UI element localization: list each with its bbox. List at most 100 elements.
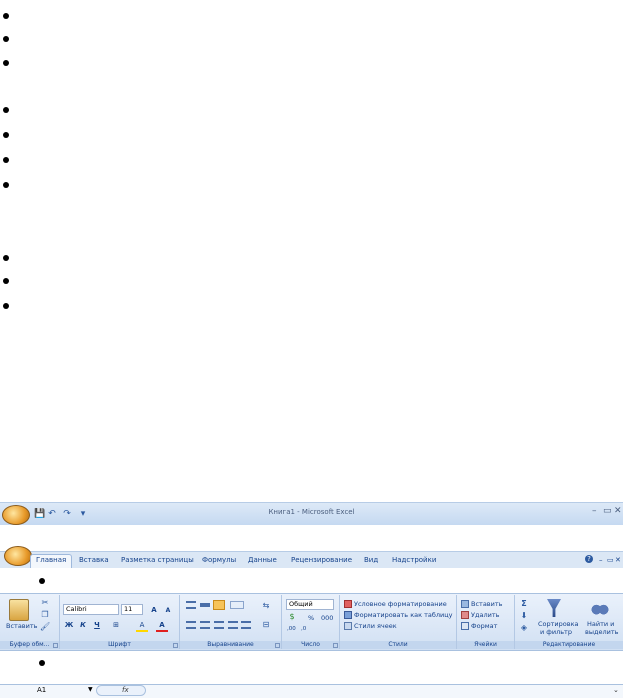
minimize-icon[interactable]: – xyxy=(599,556,603,564)
cut-icon[interactable]: ✂ xyxy=(40,598,50,608)
dialog-launcher-icon[interactable] xyxy=(333,643,338,648)
align-top-icon[interactable] xyxy=(186,601,196,609)
font-size-select[interactable]: 11 xyxy=(121,604,143,615)
number-format-select[interactable]: Общий xyxy=(286,599,334,610)
group-font: Calibri 11 A A Ж К Ч ⊞ A A Шрифт xyxy=(60,595,180,649)
delete-cells-button[interactable]: Удалить xyxy=(471,611,499,619)
insert-cells-button[interactable]: Вставить xyxy=(471,600,502,608)
dialog-launcher-icon[interactable] xyxy=(173,643,178,648)
bold-button[interactable]: Ж xyxy=(63,620,75,630)
grow-font-button[interactable]: A xyxy=(148,605,160,615)
decrease-decimal-button[interactable]: ,0 xyxy=(301,626,306,632)
fill-color-button[interactable]: A xyxy=(136,620,148,632)
bullet xyxy=(3,132,9,138)
group-number: Общий $ % 000 ,00 ,0 Число xyxy=(282,595,340,649)
dialog-launcher-icon[interactable] xyxy=(275,643,280,648)
tab-data[interactable]: Данные xyxy=(248,556,277,564)
find-select-label-2[interactable]: выделить xyxy=(585,628,618,636)
conditional-format-icon xyxy=(344,600,352,608)
group-clipboard: Вставить ✂ ❐ 🖌 Буфер обм... xyxy=(0,595,60,649)
restore-icon[interactable]: ▭ xyxy=(603,506,612,516)
decrease-indent-icon[interactable] xyxy=(228,621,238,629)
delete-cells-icon xyxy=(461,611,469,619)
bullet xyxy=(3,278,9,284)
sort-filter-icon[interactable] xyxy=(547,599,561,617)
group-label: Стили xyxy=(340,641,456,649)
help-icon[interactable]: ? xyxy=(585,555,593,563)
thousands-button[interactable]: 000 xyxy=(321,614,333,622)
paste-button[interactable]: Вставить xyxy=(6,622,37,630)
group-cells: Вставить Удалить Формат Ячейки xyxy=(457,595,515,649)
bullet xyxy=(3,255,9,261)
office-button[interactable] xyxy=(4,546,32,566)
format-cells-button[interactable]: Формат xyxy=(471,622,497,630)
align-left-icon[interactable] xyxy=(186,621,196,629)
insert-cells-icon xyxy=(461,600,469,608)
title-bar: 💾 ↶ ↷ ▾ Книга1 - Microsoft Excel – ▭ ✕ xyxy=(0,502,623,525)
tab-addins[interactable]: Надстройки xyxy=(392,556,436,564)
close-icon[interactable]: ✕ xyxy=(615,556,621,564)
tab-home[interactable]: Главная xyxy=(30,554,73,568)
shrink-font-button[interactable]: A xyxy=(162,606,174,616)
group-styles: Условное форматирование Форматировать ка… xyxy=(340,595,457,649)
formula-bar: A1 ▼ fx ⌄ xyxy=(0,684,623,698)
cell-styles-button[interactable]: Стили ячеек xyxy=(354,622,397,630)
clear-icon[interactable]: ◈ xyxy=(519,623,529,633)
align-bottom-icon[interactable] xyxy=(213,600,225,610)
fill-icon[interactable]: ⬇ xyxy=(519,611,529,621)
dialog-launcher-icon[interactable] xyxy=(53,643,58,648)
align-right-icon[interactable] xyxy=(214,621,224,629)
sort-filter-label-2[interactable]: и фильтр xyxy=(540,628,572,636)
group-label: Выравнивание xyxy=(180,641,281,649)
align-middle-icon[interactable] xyxy=(200,603,210,607)
bullet xyxy=(3,36,9,42)
bullet xyxy=(3,60,9,66)
wrap-text-icon[interactable]: ⇆ xyxy=(260,601,272,611)
group-alignment: ⇆ ⊟ Выравнивание xyxy=(180,595,282,649)
format-as-table-button[interactable]: Форматировать как таблицу xyxy=(354,611,453,619)
borders-button[interactable]: ⊞ xyxy=(110,620,122,630)
autosum-icon[interactable]: Σ xyxy=(519,599,529,609)
name-box[interactable]: A1 xyxy=(37,686,46,694)
italic-button[interactable]: К xyxy=(77,620,89,630)
currency-button[interactable]: $ xyxy=(286,612,298,622)
sort-filter-label-1[interactable]: Сортировка xyxy=(538,620,579,628)
conditional-formatting-button[interactable]: Условное форматирование xyxy=(354,600,447,608)
align-center-icon[interactable] xyxy=(200,621,210,629)
underline-button[interactable]: Ч xyxy=(91,620,103,630)
font-color-button[interactable]: A xyxy=(156,620,168,632)
fx-icon[interactable]: fx xyxy=(122,686,129,694)
bullet xyxy=(3,303,9,309)
font-name-select[interactable]: Calibri xyxy=(63,604,119,615)
tab-review[interactable]: Рецензирование xyxy=(291,556,352,564)
percent-button[interactable]: % xyxy=(308,614,314,622)
find-select-label-1[interactable]: Найти и xyxy=(587,620,614,628)
bullet xyxy=(39,578,45,584)
group-editing: Σ ⬇ ◈ Сортировка и фильтр Найти и выдели… xyxy=(515,595,623,649)
group-label: Шрифт xyxy=(60,641,179,649)
chevron-down-icon[interactable]: ▼ xyxy=(88,686,93,693)
tab-page-layout[interactable]: Разметка страницы xyxy=(121,556,194,564)
orientation-icon[interactable] xyxy=(230,601,244,609)
close-icon[interactable]: ✕ xyxy=(614,506,622,516)
format-table-icon xyxy=(344,611,352,619)
tab-formulas[interactable]: Формулы xyxy=(202,556,236,564)
increase-indent-icon[interactable] xyxy=(241,621,251,629)
tab-view[interactable]: Вид xyxy=(364,556,378,564)
ribbon-tabs: Главная Вставка Разметка страницы Формул… xyxy=(0,546,623,568)
minimize-icon[interactable]: – xyxy=(592,506,597,516)
increase-decimal-button[interactable]: ,00 xyxy=(287,626,296,632)
group-label: Редактирование xyxy=(515,641,623,649)
bullet xyxy=(3,13,9,19)
bullet xyxy=(3,157,9,163)
find-icon[interactable] xyxy=(591,600,609,616)
window-title: Книга1 - Microsoft Excel xyxy=(268,508,355,516)
tab-insert[interactable]: Вставка xyxy=(79,556,109,564)
merge-center-icon[interactable]: ⊟ xyxy=(260,620,272,630)
bullet xyxy=(3,107,9,113)
restore-icon[interactable]: ▭ xyxy=(607,556,614,564)
copy-icon[interactable]: ❐ xyxy=(40,610,50,620)
format-painter-icon[interactable]: 🖌 xyxy=(40,622,50,632)
paste-icon[interactable] xyxy=(9,599,29,621)
expand-formula-icon[interactable]: ⌄ xyxy=(613,686,619,694)
